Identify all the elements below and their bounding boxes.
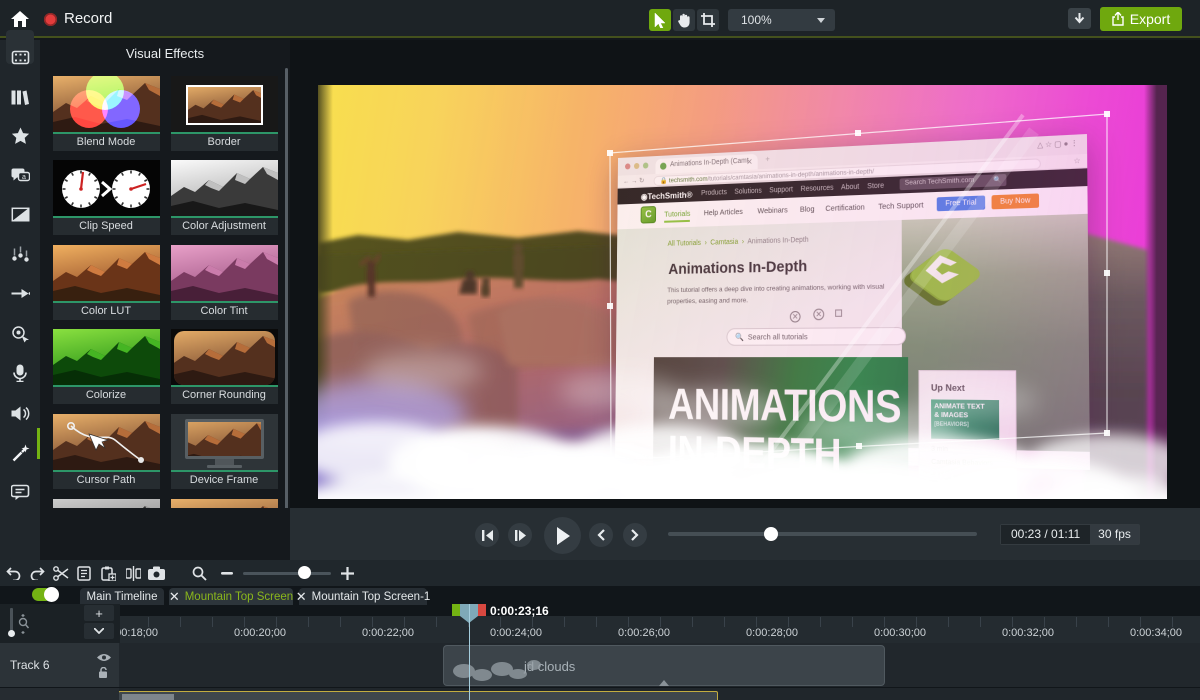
svg-text:a: a [22,174,26,181]
